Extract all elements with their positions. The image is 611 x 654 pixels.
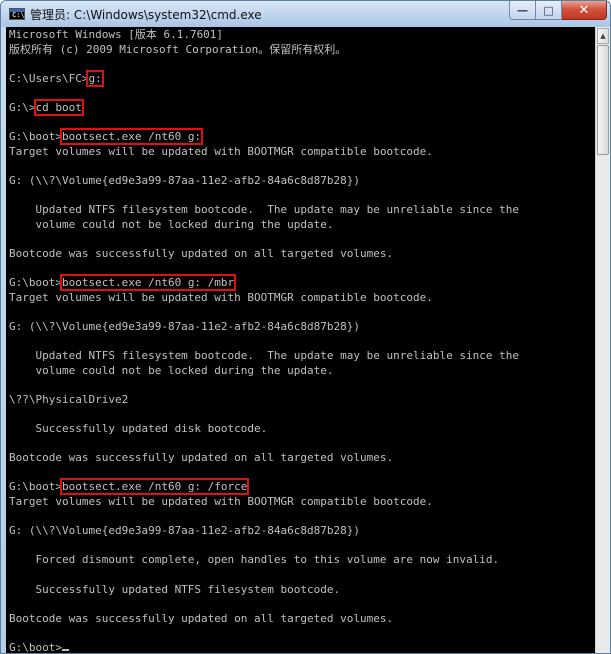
console-line: 版权所有 (c) 2009 Microsoft Corporation。保留所有… xyxy=(9,43,595,58)
console-prompt: C:\Users\FC> xyxy=(9,71,89,85)
console-text: Bootcode was successfully updated on all… xyxy=(9,246,394,260)
vertical-scrollbar[interactable]: ▲ xyxy=(595,27,610,653)
console-line: Successfully updated disk bootcode. xyxy=(9,422,595,437)
console-line: \??\PhysicalDrive2 xyxy=(9,393,595,408)
highlighted-command: bootsect.exe /nt60 g: xyxy=(59,128,204,146)
console-line: volume could not be locked during the up… xyxy=(9,218,595,233)
console-text: Target volumes will be updated with BOOT… xyxy=(9,290,433,304)
console-line: Successfully updated NTFS filesystem boo… xyxy=(9,583,595,598)
console-prompt: G:\boot> xyxy=(9,130,62,144)
console-line: G:\>cd boot xyxy=(9,98,595,116)
console-line: C:\Users\FC>g: xyxy=(9,69,595,87)
console-text: Successfully updated NTFS filesystem boo… xyxy=(9,582,341,596)
cmd-icon-label: C:\ xyxy=(12,11,25,19)
console-line: Target volumes will be updated with BOOT… xyxy=(9,145,595,160)
console-line: volume could not be locked during the up… xyxy=(9,364,595,379)
highlighted-command: cd boot xyxy=(33,98,84,116)
text-cursor xyxy=(61,648,69,651)
console-line: Microsoft Windows [版本 6.1.7601] xyxy=(9,28,595,43)
console-line: Forced dismount complete, open handles t… xyxy=(9,553,595,568)
console-prompt: G:\boot> xyxy=(9,276,62,290)
console-text: \??\PhysicalDrive2 xyxy=(9,392,129,406)
console-line: G: (\\?\Volume{ed9e3a99-87aa-11e2-afb2-8… xyxy=(9,174,595,189)
console-line: Updated NTFS filesystem bootcode. The up… xyxy=(9,203,595,218)
console-text: volume could not be locked during the up… xyxy=(9,217,334,231)
title-bar[interactable]: C:\ 管理员: C:\Windows\system32\cmd.exe — □… xyxy=(1,1,610,27)
console-text: G: (\\?\Volume{ed9e3a99-87aa-11e2-afb2-8… xyxy=(9,524,360,538)
console-line: G: (\\?\Volume{ed9e3a99-87aa-11e2-afb2-8… xyxy=(9,320,595,335)
console-line: Updated NTFS filesystem bootcode. The up… xyxy=(9,349,595,364)
console-text: Target volumes will be updated with BOOT… xyxy=(9,144,433,158)
close-button[interactable]: ✕ xyxy=(562,1,607,20)
console-text: Updated NTFS filesystem bootcode. The up… xyxy=(9,203,519,217)
console-text: Forced dismount complete, open handles t… xyxy=(9,553,500,567)
highlighted-command: g: xyxy=(86,69,104,87)
cmd-window: C:\ 管理员: C:\Windows\system32\cmd.exe — □… xyxy=(0,0,611,654)
console-line: Bootcode was successfully updated on all… xyxy=(9,612,595,627)
console-line: G: (\\?\Volume{ed9e3a99-87aa-11e2-afb2-8… xyxy=(9,524,595,539)
console-line: Bootcode was successfully updated on all… xyxy=(9,247,595,262)
console-line: G:\boot>bootsect.exe /nt60 g: /mbr xyxy=(9,274,595,292)
console-text: 版权所有 (c) 2009 Microsoft Corporation。保留所有… xyxy=(9,42,347,56)
console-prompt: G:\> xyxy=(9,100,36,114)
scroll-up-arrow-icon[interactable]: ▲ xyxy=(597,28,609,44)
console-line: Target volumes will be updated with BOOT… xyxy=(9,291,595,306)
console-prompt: G:\boot> xyxy=(9,480,62,494)
console-output: Microsoft Windows [版本 6.1.7601] 版权所有 (c) … xyxy=(9,28,595,653)
console-text: Microsoft Windows [版本 6.1.7601] xyxy=(9,28,224,41)
console-text: Updated NTFS filesystem bootcode. The up… xyxy=(9,349,519,363)
highlighted-command: bootsect.exe /nt60 g: /force xyxy=(59,478,250,496)
console-text: Target volumes will be updated with BOOT… xyxy=(9,495,433,508)
caption-buttons: — □ ✕ xyxy=(509,1,607,21)
console-line: Bootcode was successfully updated on all… xyxy=(9,451,595,466)
window-title: 管理员: C:\Windows\system32\cmd.exe xyxy=(30,8,262,22)
console-line: G:\boot> xyxy=(9,640,595,654)
console-text: G: (\\?\Volume{ed9e3a99-87aa-11e2-afb2-8… xyxy=(9,173,360,187)
maximize-button[interactable]: □ xyxy=(536,1,562,20)
console-text: Bootcode was successfully updated on all… xyxy=(9,451,394,465)
console-prompt: G:\boot> xyxy=(9,640,62,654)
scrollbar-thumb[interactable] xyxy=(597,45,609,155)
highlighted-command: bootsect.exe /nt60 g: /mbr xyxy=(59,274,237,292)
console-area[interactable]: Microsoft Windows [版本 6.1.7601] 版权所有 (c) … xyxy=(6,27,595,653)
console-line: Target volumes will be updated with BOOT… xyxy=(9,495,595,510)
console-text: G: (\\?\Volume{ed9e3a99-87aa-11e2-afb2-8… xyxy=(9,319,360,333)
console-line: G:\boot>bootsect.exe /nt60 g: xyxy=(9,128,595,146)
console-line: G:\boot>bootsect.exe /nt60 g: /force xyxy=(9,478,595,496)
console-text: volume could not be locked during the up… xyxy=(9,363,334,377)
minimize-button[interactable]: — xyxy=(509,1,536,20)
console-text: Successfully updated disk bootcode. xyxy=(9,422,268,436)
console-text: Bootcode was successfully updated on all… xyxy=(9,611,394,625)
cmd-icon[interactable]: C:\ xyxy=(9,8,25,20)
